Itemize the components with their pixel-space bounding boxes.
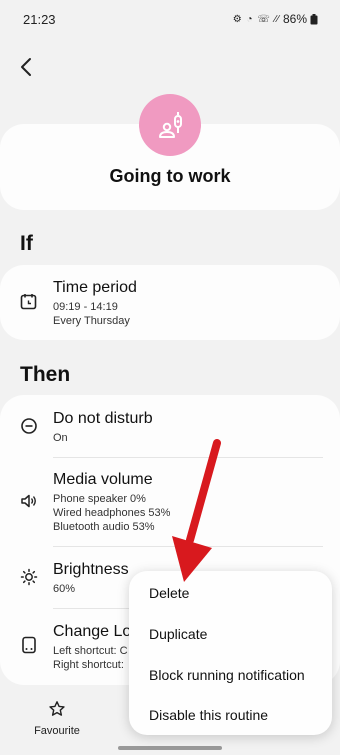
media-volume-speaker: Phone speaker 0% <box>53 493 146 505</box>
calendar-clock-icon <box>20 293 38 311</box>
chevron-left-icon <box>21 58 31 76</box>
media-volume-wired: Wired headphones 53% <box>53 507 171 519</box>
menu-item-block-notification[interactable]: Block running notification <box>149 667 305 683</box>
divider <box>53 457 323 458</box>
time-period-title: Time period <box>53 279 137 296</box>
if-heading: If <box>20 232 33 255</box>
routine-icon[interactable] <box>139 94 201 156</box>
volume-icon <box>20 492 38 510</box>
menu-item-disable-routine[interactable]: Disable this routine <box>149 707 268 723</box>
status-bar: 21:23 ⚙ ◔ ☏ ∕∕ 86% <box>0 0 340 36</box>
battery-icon <box>310 13 318 24</box>
person-traffic-icon <box>159 112 182 138</box>
menu-item-delete[interactable]: Delete <box>149 585 189 601</box>
menu-item-duplicate[interactable]: Duplicate <box>149 626 207 642</box>
lock-shortcuts-title[interactable]: Change Lo <box>53 623 131 641</box>
dnd-status: On <box>53 432 68 444</box>
status-time: 21:23 <box>23 12 56 27</box>
status-icons: ⚙ ◔ ☏ ∕∕ <box>232 13 280 25</box>
routine-title[interactable]: Going to work <box>0 166 340 187</box>
status-right: ⚙ ◔ ☏ ∕∕ 86% <box>233 12 318 26</box>
time-period-days: Every Thursday <box>53 315 130 327</box>
brightness-value: 60% <box>53 583 76 595</box>
dnd-title[interactable]: Do not disturb <box>53 410 153 428</box>
then-heading: Then <box>20 363 71 386</box>
phone-icon <box>20 636 38 654</box>
favourite-label: Favourite <box>34 725 80 737</box>
favourite-button[interactable]: Favourite <box>34 700 80 737</box>
divider <box>53 546 323 547</box>
brightness-icon <box>20 568 38 586</box>
context-menu: Delete Duplicate Block running notificat… <box>129 571 332 735</box>
brightness-title[interactable]: Brightness <box>53 561 129 579</box>
home-indicator[interactable] <box>118 746 222 750</box>
media-volume-bluetooth: Bluetooth audio 53% <box>53 521 155 533</box>
media-volume-title[interactable]: Media volume <box>53 471 153 489</box>
back-button[interactable] <box>17 56 37 78</box>
right-shortcut: Right shortcut: <box>53 659 124 671</box>
do-not-disturb-icon <box>20 417 38 435</box>
if-card[interactable]: Time period 09:19 - 14:19 Every Thursday <box>0 265 340 340</box>
battery-percent: 86% <box>282 12 307 26</box>
left-shortcut: Left shortcut: C <box>53 645 128 657</box>
time-period-range: 09:19 - 14:19 <box>53 301 118 313</box>
star-icon <box>49 701 65 716</box>
